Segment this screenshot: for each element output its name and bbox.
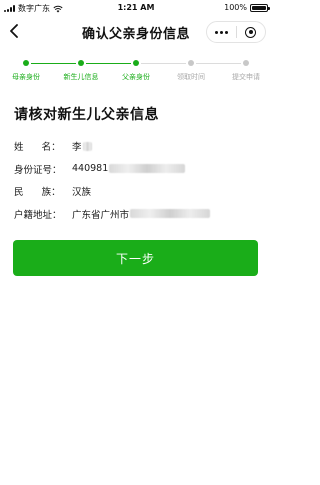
step-1: 母亲身份	[0, 56, 53, 82]
redaction-mask	[130, 209, 211, 219]
household-value: 广东省广州市	[72, 209, 130, 221]
step-label: 父亲身份	[122, 73, 150, 81]
household-value-wrap: 广东省广州市	[72, 207, 211, 221]
redaction-mask	[109, 164, 186, 174]
progress-stepper: 母亲身份 新生儿信息 父亲身份 领取时间 提交申请	[0, 56, 272, 86]
ethnicity-label: 民 族：	[14, 187, 61, 199]
name-value-wrap: 李	[72, 139, 92, 153]
mini-program-capsule	[206, 21, 266, 43]
info-row-household: 户籍地址： 广东省广州市	[14, 203, 264, 226]
next-step-button[interactable]: 下一步	[13, 240, 258, 276]
redaction-mask	[82, 141, 92, 151]
battery-icon	[250, 3, 270, 12]
step-label: 提交申请	[232, 73, 260, 81]
name-value: 李	[72, 142, 82, 154]
status-right: 100%	[224, 3, 270, 12]
more-button[interactable]	[207, 22, 236, 42]
step-label: 领取时间	[177, 73, 205, 81]
more-dots-icon	[214, 30, 228, 34]
step-5: 提交申请	[219, 56, 273, 82]
ethnicity-value: 汉族	[72, 187, 92, 199]
step-dot	[78, 60, 84, 66]
step-label: 母亲身份	[12, 73, 40, 81]
step-dot	[188, 60, 194, 66]
battery-fill	[252, 5, 266, 10]
id-value: 440981	[72, 163, 109, 175]
father-info-list: 姓 名： 李 身份证号： 440981 民 族： 汉族 户籍地址： 广东省广州市	[14, 135, 264, 225]
name-label: 姓 名：	[14, 142, 61, 154]
id-label: 身份证号：	[14, 164, 62, 176]
info-row-id: 身份证号： 440981	[14, 158, 264, 181]
id-value-wrap: 440981	[72, 163, 186, 175]
step-dot	[23, 60, 29, 66]
step-dot	[133, 60, 139, 66]
info-row-ethnicity: 民 族： 汉族	[14, 180, 264, 203]
step-label: 新生儿信息	[63, 73, 99, 81]
status-bar: 数字广东 1:21 AM 100%	[0, 0, 272, 16]
step-dot	[243, 60, 249, 66]
step-4: 领取时间	[164, 56, 218, 82]
step-2: 新生儿信息	[54, 56, 108, 82]
target-circle-icon	[245, 26, 257, 38]
info-row-name: 姓 名： 李	[14, 135, 264, 158]
step-3: 父亲身份	[109, 56, 163, 82]
close-miniprogram-button[interactable]	[237, 22, 266, 42]
section-title: 请核对新生儿父亲信息	[14, 107, 159, 123]
battery-percent: 100%	[224, 3, 247, 12]
household-label: 户籍地址：	[14, 209, 62, 221]
nav-bar: 确认父亲身份信息	[0, 16, 272, 46]
